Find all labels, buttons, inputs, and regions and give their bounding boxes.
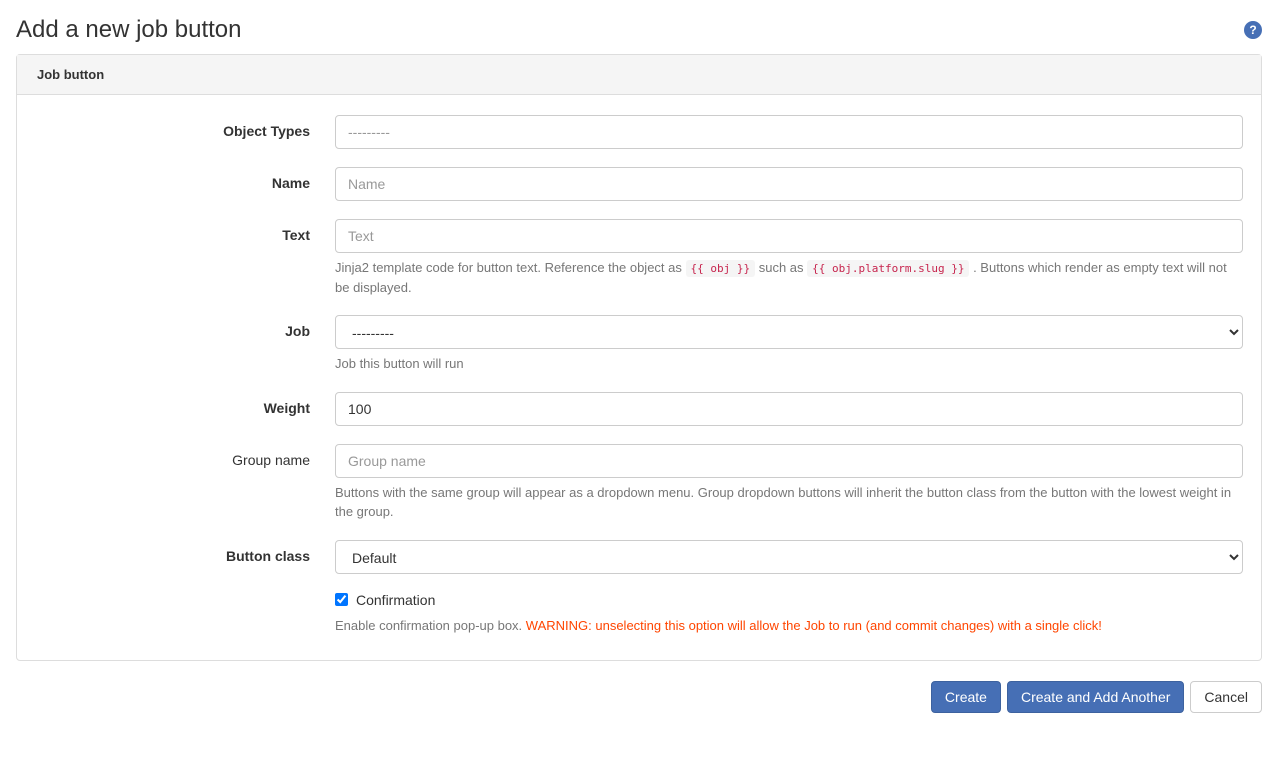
button-class-select[interactable]: Default (335, 540, 1243, 574)
text-help-mid: such as (755, 260, 807, 275)
cancel-button[interactable]: Cancel (1190, 681, 1262, 713)
row-group-name: Group name Buttons with the same group w… (35, 444, 1243, 522)
panel-heading: Job button (17, 55, 1261, 95)
row-object-types: Object Types (35, 115, 1243, 149)
label-job: Job (35, 315, 335, 339)
row-confirmation: Confirmation Enable confirmation pop-up … (35, 592, 1243, 636)
row-text: Text Jinja2 template code for button tex… (35, 219, 1243, 297)
name-input[interactable] (335, 167, 1243, 201)
group-name-help: Buttons with the same group will appear … (335, 483, 1243, 522)
confirmation-checkbox[interactable] (335, 593, 348, 606)
row-weight: Weight (35, 392, 1243, 426)
confirmation-help-pre: Enable confirmation pop-up box. (335, 618, 526, 633)
label-text: Text (35, 219, 335, 243)
group-name-input[interactable] (335, 444, 1243, 478)
create-button[interactable]: Create (931, 681, 1001, 713)
confirmation-warning: WARNING: unselecting this option will al… (526, 618, 1102, 633)
text-input[interactable] (335, 219, 1243, 253)
job-button-panel: Job button Object Types Name Text Jinja2… (16, 54, 1262, 661)
help-icon-glyph: ? (1249, 23, 1256, 37)
label-object-types: Object Types (35, 115, 335, 139)
page-title: Add a new job button (16, 16, 242, 44)
job-help: Job this button will run (335, 354, 1243, 374)
object-types-input[interactable] (335, 115, 1243, 149)
job-select[interactable]: --------- (335, 315, 1243, 349)
label-button-class: Button class (35, 540, 335, 564)
confirmation-label: Confirmation (356, 592, 435, 608)
text-help-pre: Jinja2 template code for button text. Re… (335, 260, 686, 275)
confirmation-help: Enable confirmation pop-up box. WARNING:… (335, 616, 1243, 636)
label-weight: Weight (35, 392, 335, 416)
label-name: Name (35, 167, 335, 191)
label-confirmation-spacer (35, 592, 335, 600)
help-icon[interactable]: ? (1244, 21, 1262, 39)
text-help-code1: {{ obj }} (686, 260, 756, 277)
text-help: Jinja2 template code for button text. Re… (335, 258, 1243, 297)
row-job: Job --------- Job this button will run (35, 315, 1243, 374)
label-group-name: Group name (35, 444, 335, 468)
row-button-class: Button class Default (35, 540, 1243, 574)
text-help-code2: {{ obj.platform.slug }} (807, 260, 969, 277)
panel-body: Object Types Name Text Jinja2 template c… (17, 95, 1261, 660)
row-name: Name (35, 167, 1243, 201)
button-bar: Create Create and Add Another Cancel (16, 681, 1262, 713)
weight-input[interactable] (335, 392, 1243, 426)
create-add-another-button[interactable]: Create and Add Another (1007, 681, 1184, 713)
